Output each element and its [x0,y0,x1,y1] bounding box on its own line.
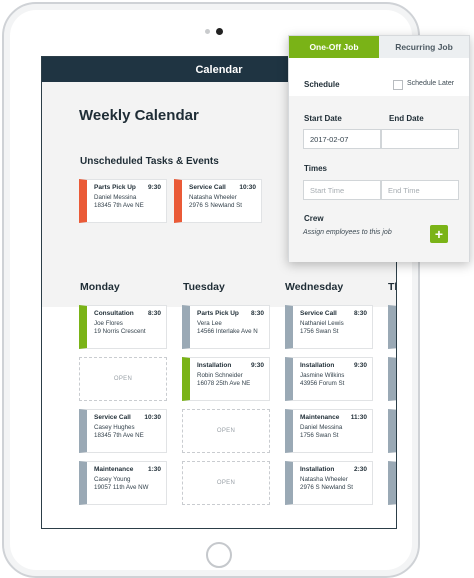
tab-one-off-job[interactable]: One-Off Job [289,36,379,58]
card-title: Parts Pick Up [197,310,239,317]
sensor-dot [205,29,210,34]
card-address: 2976 S Newland St [189,202,242,209]
card-time: 2:30 [353,466,367,473]
card-title: Service Call [94,414,131,421]
add-employee-button[interactable]: + [430,225,448,243]
card-time: 1:30 [147,466,161,473]
schedule-popup: One-Off Job Recurring Job Schedule Sched… [288,35,470,262]
card-title: Consultation [94,310,134,317]
open-slot[interactable]: OPEN [79,357,167,401]
card-title: Maintenance [300,414,340,421]
tab-recurring-job[interactable]: Recurring Job [379,36,469,58]
card-name: Daniel Messina [94,194,137,201]
schedule-row [289,58,469,97]
day-label-tuesday: Tuesday [183,281,225,293]
card-address: 18345 7th Ave NE [94,432,144,439]
open-label: OPEN [216,480,236,486]
card-name: Vera Lee [197,320,222,327]
task-card-partial[interactable] [388,357,396,401]
end-time-field[interactable]: End Time [381,180,459,200]
card-title: Service Call [300,310,337,317]
card-address: 1756 Swan St [300,432,339,439]
card-address: 14566 Interlake Ave N [197,328,258,335]
end-date-field[interactable] [381,129,459,149]
schedule-label: Schedule [304,80,340,89]
card-name: Casey Hughes [94,424,135,431]
schedule-later-label: Schedule Later [407,80,455,87]
task-card[interactable]: Installation 9:30 Robin Schneider 16078 2… [182,357,270,401]
card-address: 18345 7th Ave NE [94,202,144,209]
card-title: Service Call [189,184,226,191]
card-title: Installation [300,362,335,369]
card-time: 9:30 [250,362,264,369]
unscheduled-title: Unscheduled Tasks & Events [80,156,219,167]
card-address: 19 Norris Crescent [94,328,146,335]
open-label: OPEN [113,376,133,382]
day-label-wednesday: Wednesday [285,281,344,293]
task-card-partial[interactable] [388,305,396,349]
card-time: 8:30 [353,310,367,317]
card-time: 9:30 [353,362,367,369]
schedule-later-checkbox[interactable] [393,80,403,90]
card-address: 2976 S Newland St [300,484,353,491]
crew-hint: Assign employees to this job [303,229,392,236]
card-time: 8:30 [147,310,161,317]
task-card-partial[interactable] [388,461,396,505]
card-name: Natasha Wheeler [189,194,237,201]
start-time-field[interactable]: Start Time [303,180,381,200]
open-slot[interactable]: OPEN [182,461,270,505]
card-address: 43956 Forum St [300,380,345,387]
card-time: 10:30 [144,414,161,421]
times-label: Times [304,164,327,173]
start-date-field[interactable]: 2017-02-07 [303,129,381,149]
task-card[interactable]: Parts Pick Up 8:30 Vera Lee 14566 Interla… [182,305,270,349]
card-name: Jasmine Wilkins [300,372,345,379]
job-type-tabs: One-Off Job Recurring Job [289,36,469,58]
open-label: OPEN [216,428,236,434]
card-title: Parts Pick Up [94,184,136,191]
app-header-title: Calendar [195,63,243,76]
card-name: Daniel Messina [300,424,343,431]
card-name: Robin Schneider [197,372,243,379]
card-name: Joe Flores [94,320,123,327]
card-address: 19057 11th Ave NW [94,484,149,491]
unscheduled-card[interactable]: Parts Pick Up 9:30 Daniel Messina 18345 7… [79,179,167,223]
card-time: 10:30 [239,184,256,191]
card-address: 1756 Swan St [300,328,339,335]
card-name: Nathaniel Lewis [300,320,344,327]
task-card[interactable]: Service Call 10:30 Casey Hughes 18345 7th… [79,409,167,453]
card-time: 8:30 [250,310,264,317]
crew-label: Crew [304,214,324,223]
card-title: Maintenance [94,466,134,473]
card-name: Casey Young [94,476,131,483]
plus-icon: + [434,226,444,242]
task-card-partial[interactable] [388,409,396,453]
task-card[interactable]: Consultation 8:30 Joe Flores 19 Norris Cr… [79,305,167,349]
card-address: 16078 25th Ave NE [197,380,251,387]
task-card[interactable]: Maintenance 1:30 Casey Young 19057 11th A… [79,461,167,505]
card-time: 9:30 [147,184,161,191]
card-title: Installation [300,466,335,473]
card-time: 11:30 [350,414,367,421]
card-name: Natasha Wheeler [300,476,348,483]
task-card[interactable]: Installation 2:30 Natasha Wheeler 2976 S … [285,461,373,505]
start-date-label: Start Date [304,114,342,123]
task-card[interactable]: Installation 9:30 Jasmine Wilkins 43956 F… [285,357,373,401]
home-button[interactable] [206,542,232,568]
page-title: Weekly Calendar [79,107,199,124]
card-title: Installation [197,362,232,369]
camera-dot [216,28,223,35]
task-card[interactable]: Maintenance 11:30 Daniel Messina 1756 Swa… [285,409,373,453]
day-label-monday: Monday [80,281,120,293]
end-date-label: End Date [389,114,424,123]
task-card[interactable]: Service Call 8:30 Nathaniel Lewis 1756 Sw… [285,305,373,349]
open-slot[interactable]: OPEN [182,409,270,453]
day-label-thursday: Th [388,281,396,293]
unscheduled-card[interactable]: Service Call 10:30 Natasha Wheeler 2976 S… [174,179,262,223]
